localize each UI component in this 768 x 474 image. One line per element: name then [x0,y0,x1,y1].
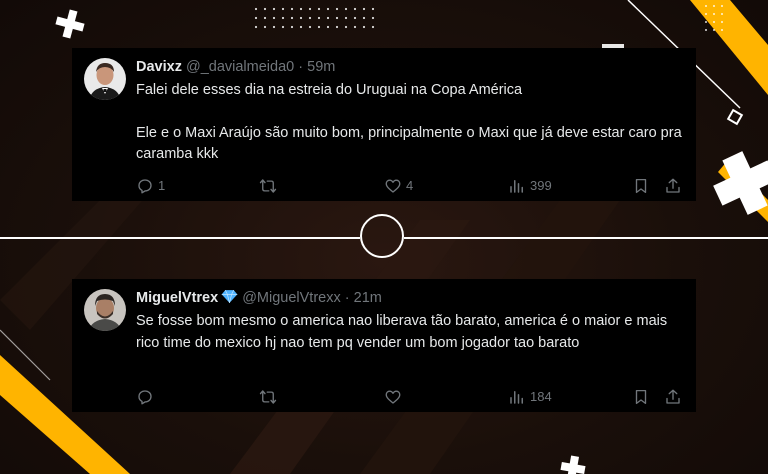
tweet-card[interactable]: Davixz @_davialmeida0 · 59m Falei dele e… [72,48,696,201]
tweet-header: Davixz @_davialmeida0 · 59m [136,58,335,76]
person-avatar-icon [84,58,126,100]
separator-dot: · [298,59,304,75]
reply-button[interactable]: 1 [136,176,165,196]
share-icon [666,178,680,193]
share-button[interactable] [664,387,682,407]
like-button[interactable] [384,387,406,407]
tweet-actions: 184 [136,387,686,407]
views-button[interactable]: 184 [508,387,552,407]
views-chart-icon [510,180,523,193]
avatar[interactable] [84,289,126,331]
bookmark-icon [635,178,647,194]
tweet-paragraph: Falei dele esses dia na estreia do Urugu… [136,82,523,98]
views-count: 184 [530,389,552,404]
display-name[interactable]: Davixz [136,59,182,75]
display-name[interactable]: MiguelVtrex [136,290,218,306]
user-handle[interactable]: @MiguelVtrexx [242,290,341,306]
user-handle[interactable]: @_davialmeida0 [186,59,294,75]
like-button[interactable]: 4 [384,176,413,196]
like-count: 4 [406,178,414,193]
repost-icon [259,179,277,193]
diamond-verified-icon [221,289,238,303]
tweet-header: MiguelVtrex @MiguelVtrexx · 21m [136,289,382,307]
reply-icon [138,390,152,405]
tweet-paragraph: Se fosse bom mesmo o america nao liberav… [136,313,668,351]
share-button[interactable] [664,176,682,196]
tweet-card[interactable]: MiguelVtrex @MiguelVtrexx · 21m Se fosse … [72,279,696,412]
divider-line-right [404,237,768,239]
timestamp[interactable]: 21m [354,290,382,306]
share-icon [666,389,680,404]
repost-button[interactable] [259,176,281,196]
divider-circle [360,214,404,258]
heart-icon [385,390,401,404]
divider-line-left [0,237,360,239]
tweet-text: Se fosse bom mesmo o america nao liberav… [136,311,684,354]
tweet-text: Falei dele esses dia na estreia do Urugu… [136,80,684,166]
reply-button[interactable] [136,387,158,407]
bookmark-button[interactable] [632,387,650,407]
avatar[interactable] [84,58,126,100]
separator-dot: · [344,290,350,306]
reply-count: 1 [158,178,166,193]
views-count: 399 [530,178,552,193]
bookmark-icon [635,389,647,405]
heart-icon [385,179,401,193]
repost-icon [259,390,277,404]
repost-button[interactable] [259,387,281,407]
person-avatar-icon [84,289,126,331]
views-chart-icon [510,391,523,404]
timestamp[interactable]: 59m [307,59,335,75]
tweet-actions: 1 4 399 [136,176,686,196]
views-button[interactable]: 399 [508,176,552,196]
bookmark-button[interactable] [632,176,650,196]
tweet-paragraph: Ele e o Maxi Araújo são muito bom, princ… [136,124,682,163]
reply-icon [138,179,152,194]
screenshot-canvas: Davixz @_davialmeida0 · 59m Falei dele e… [0,0,768,474]
